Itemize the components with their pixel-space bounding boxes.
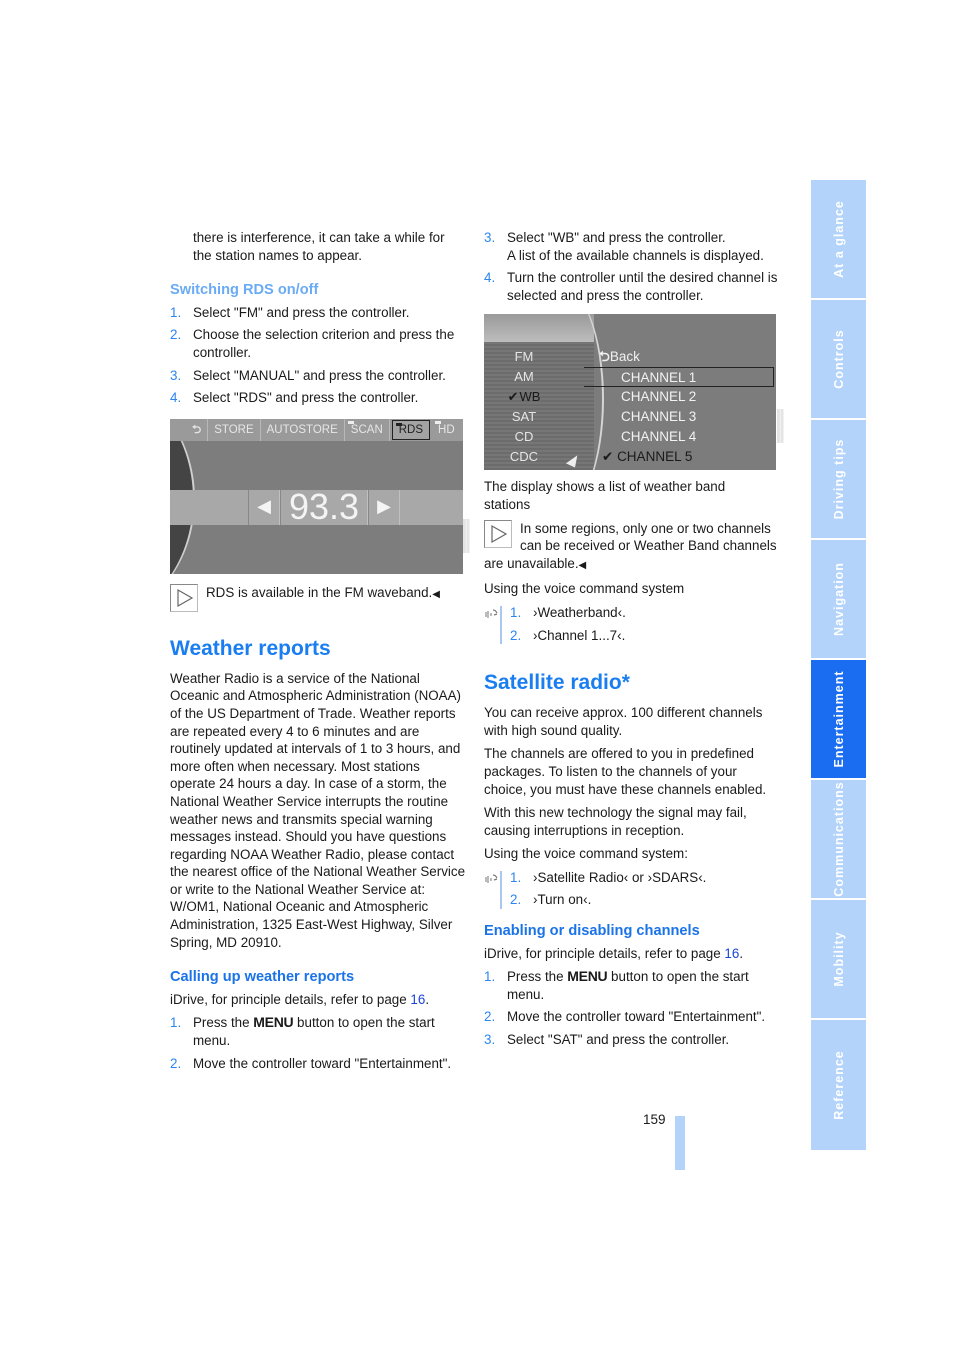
wb-caption: The display shows a list of weather band…	[484, 479, 726, 512]
calling-steps: 1. Press the MENU button to open the star…	[170, 1014, 465, 1072]
channel-item: CHANNEL 1	[621, 370, 697, 386]
menu-key-icon: MENU	[567, 968, 608, 985]
figure-code: ▒▒▒▒▒▒▒▒	[464, 518, 471, 553]
scan-button: SCAN	[345, 418, 390, 441]
right-column: 3. Select "WB" and press the controller. A…	[484, 229, 784, 1054]
hd-button: HD	[432, 419, 461, 441]
left-column: there is interference, it can take a whi…	[170, 229, 470, 1077]
page-link[interactable]: 16	[724, 946, 739, 961]
note-triangle-icon	[170, 583, 198, 612]
intro-text: there is interference, it can take a whi…	[193, 230, 445, 263]
rds-note: RDS is available in the FM waveband.◀	[170, 583, 465, 614]
voice-command: 1. ›Weatherband‹.	[510, 604, 626, 620]
tab-mobility[interactable]: Mobility	[811, 900, 866, 1018]
voice-command: 1. ›Satellite Radio‹ or ›SDARS‹.	[510, 869, 707, 885]
band-item: CD	[514, 429, 534, 445]
band-item: FM	[514, 349, 534, 365]
tab-controls[interactable]: Controls	[811, 300, 866, 418]
page-marker-bar	[675, 1116, 685, 1170]
calling-step: 1. Press the MENU button to open the star…	[170, 1014, 435, 1049]
channel-item: CHANNEL 3	[621, 409, 697, 425]
enable-steps: 1. Press the MENU button to open the star…	[484, 968, 779, 1048]
chapter-tabs: At a glance Controls Driving tips Naviga…	[811, 180, 866, 1152]
channel-item-checked: ✔ CHANNEL 5	[602, 449, 693, 465]
check-icon: ✔	[507, 389, 519, 405]
back-arrow-icon: ⮌	[599, 349, 610, 365]
store-button: STORE	[208, 418, 261, 441]
radio-screenshot: ⮌ STORE AUTOSTORE SCAN RDS HD ◀ 93.3 ▶ ▒…	[170, 418, 470, 574]
band-item: CDC	[509, 449, 539, 465]
enable-step: 1. Press the MENU button to open the star…	[484, 968, 749, 1002]
wb-steps: 3. Select "WB" and press the controller. A…	[484, 229, 779, 304]
end-mark-icon: ◀	[578, 559, 587, 571]
frequency-display: ◀ 93.3 ▶	[248, 489, 401, 525]
check-icon: ✔	[602, 449, 618, 465]
enable-heading: Enabling or disabling channels	[484, 923, 700, 940]
next-arrow-icon: ▶	[368, 489, 401, 525]
wb-step: 4. Turn the controller until the desired …	[484, 270, 778, 303]
menu-key-icon: MENU	[253, 1014, 294, 1031]
enable-step: 3. Select "SAT" and press the controller.	[484, 1032, 730, 1048]
tab-navigation[interactable]: Navigation	[811, 540, 866, 658]
note-triangle-icon	[484, 519, 512, 548]
wb-note: In some regions, only one or two channel…	[484, 519, 777, 571]
band-item: SAT	[511, 409, 537, 425]
page-number: 159	[643, 1112, 666, 1127]
voice-intro: Using the voice command system:	[484, 846, 688, 862]
sat-paragraph: With this new technology the signal may …	[484, 805, 747, 838]
band-item-active: ✔WB	[507, 389, 541, 405]
rds-step: 2. Choose the selection criterion and pre…	[170, 327, 455, 360]
channel-item: CHANNEL 4	[621, 429, 697, 445]
band-item: AM	[514, 369, 534, 385]
radio-toolbar: ⮌ STORE AUTOSTORE SCAN RDS HD	[170, 418, 463, 441]
rds-step: 3. Select "MANUAL" and press the controll…	[170, 367, 446, 383]
voice-command: 2. ›Channel 1...7‹.	[510, 627, 626, 643]
page-link[interactable]: 16	[410, 992, 425, 1007]
rds-steps: 1. Select "FM" and press the controller. …	[170, 304, 465, 407]
weather-heading: Weather reports	[170, 636, 331, 660]
sat-paragraph: You can receive approx. 100 different ch…	[484, 705, 763, 738]
sat-paragraph: The channels are offered to you in prede…	[484, 746, 767, 797]
satellite-heading: Satellite radio*	[484, 671, 630, 695]
rds-button: RDS	[391, 419, 431, 440]
voice-command: 2. ›Turn on‹.	[510, 892, 592, 908]
rds-step: 1. Select "FM" and press the controller.	[170, 304, 410, 320]
end-mark-icon: ◀	[432, 588, 440, 600]
tab-communications[interactable]: Communications	[811, 780, 866, 898]
calling-heading: Calling up weather reports	[170, 969, 355, 986]
prev-arrow-icon: ◀	[248, 489, 280, 525]
tab-driving-tips[interactable]: Driving tips	[811, 420, 866, 538]
rds-step: 4. Select "RDS" and press the controller.	[170, 390, 419, 406]
wb-step: 3. Select "WB" and press the controller. A…	[484, 230, 764, 263]
voice-command-icon	[484, 871, 500, 887]
back-item: ⮌Back	[599, 349, 640, 365]
calling-intro: iDrive, for principle details, refer to …	[170, 991, 430, 1007]
tab-reference[interactable]: Reference	[811, 1020, 866, 1150]
voice-commands: 1. ›Satellite Radio‹ or ›SDARS‹. 2. ›Turn …	[484, 869, 779, 910]
back-button: ⮌	[186, 418, 209, 441]
wb-screenshot: FM AM ✔WB SAT CD CDC ⮌Back CHANNEL 1 CHA…	[484, 314, 784, 471]
figure-code: ▒▒▒▒▒▒▒▒	[778, 409, 785, 444]
tab-at-a-glance[interactable]: At a glance	[811, 180, 866, 298]
autostore-button: AUTOSTORE	[261, 418, 345, 441]
voice-commands: 1. ›Weatherband‹. 2. ›Channel 1...7‹.	[484, 604, 779, 645]
calling-step: 2. Move the controller toward "Entertainm…	[170, 1055, 452, 1071]
channel-item: CHANNEL 2	[621, 389, 697, 405]
weather-body: Weather Radio is a service of the Nation…	[170, 670, 466, 950]
voice-command-icon	[484, 606, 500, 622]
enable-step: 2. Move the controller toward "Entertainm…	[484, 1009, 766, 1025]
rds-heading: Switching RDS on/off	[170, 282, 319, 299]
enable-intro: iDrive, for principle details, refer to …	[484, 945, 744, 961]
voice-intro: Using the voice command system	[484, 581, 685, 597]
frequency-value: 93.3	[280, 489, 369, 525]
tab-entertainment[interactable]: Entertainment	[811, 660, 866, 778]
